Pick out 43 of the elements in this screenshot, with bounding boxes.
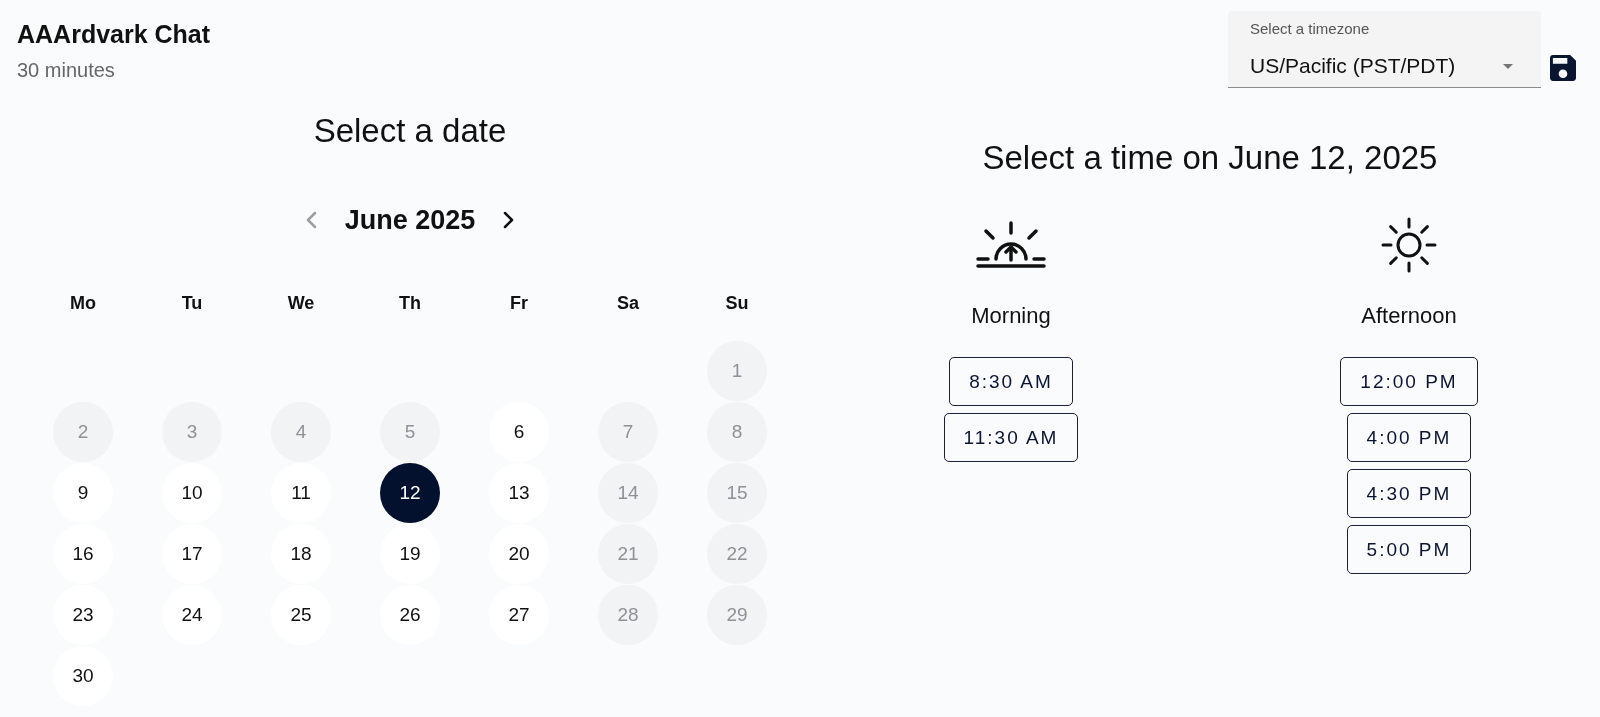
chevron-right-icon[interactable] [503, 211, 516, 229]
time-slot-button[interactable]: 4:00 PM [1346, 413, 1472, 462]
day-button[interactable]: 13 [489, 462, 549, 523]
weekday-label: Fr [510, 292, 528, 315]
caret-icon [1503, 63, 1513, 69]
day-button[interactable]: 20 [489, 523, 549, 584]
day-button[interactable]: 11 [271, 462, 331, 523]
day-button[interactable]: 19 [380, 523, 440, 584]
period-label: Afternoon [1361, 303, 1457, 329]
weekday-label: We [287, 292, 315, 315]
day-button[interactable]: 27 [489, 584, 549, 645]
time-slot-button[interactable]: 4:30 PM [1346, 469, 1472, 518]
weekday-label: Mo [70, 292, 96, 315]
day-button[interactable]: 16 [53, 523, 113, 584]
time-slot-button[interactable]: 11:30 AM [943, 413, 1079, 462]
day-button[interactable]: 25 [271, 584, 331, 645]
time-slot-button[interactable]: 5:00 PM [1346, 525, 1472, 574]
time-slot-button[interactable]: 12:00 PM [1340, 357, 1478, 406]
time-heading: Select a time on June 12, 2025 [982, 138, 1438, 178]
weekday-label: Sa [617, 292, 639, 315]
day-button[interactable]: 26 [380, 584, 440, 645]
day-button[interactable]: 18 [271, 523, 331, 584]
weekday-label: Su [725, 292, 749, 315]
event-title: AAArdvark Chat [17, 19, 211, 50]
weekday-label: Th [399, 292, 421, 315]
day-button[interactable]: 12 [380, 462, 440, 523]
day-button[interactable]: 24 [162, 584, 222, 645]
day-button[interactable]: 6 [489, 401, 549, 462]
save-icon[interactable] [1550, 55, 1576, 81]
date-heading: Select a date [313, 111, 507, 151]
sun-icon [1381, 217, 1437, 273]
event-duration: 30 minutes [17, 58, 115, 83]
period-label: Morning [971, 303, 1051, 329]
day-button[interactable]: 23 [53, 584, 113, 645]
day-button[interactable]: 17 [162, 523, 222, 584]
weekday-label: Tu [181, 292, 203, 315]
day-button[interactable]: 10 [162, 462, 222, 523]
timezone-select[interactable]: Select a timezone US/Pacific (PST/PDT) [1228, 11, 1541, 88]
month-label: June 2025 [344, 204, 476, 237]
sunrise-icon [975, 221, 1047, 269]
day-button[interactable]: 9 [53, 462, 113, 523]
day-button[interactable]: 30 [53, 645, 113, 706]
time-slot-button[interactable]: 8:30 AM [949, 357, 1073, 406]
